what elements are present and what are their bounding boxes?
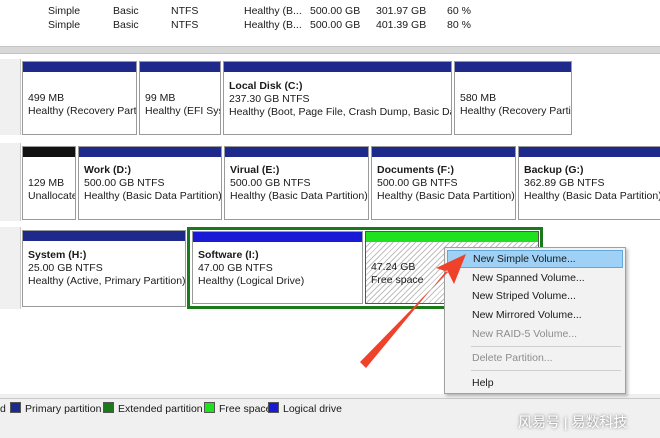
volume-list: Simple Basic NTFS Healthy (B... 500.00 G… [0, 0, 660, 46]
partition-size: 362.89 GB NTFS [524, 177, 605, 189]
partition-size: 99 MB [145, 92, 176, 104]
menu-item-new-striped-volume[interactable]: New Striped Volume... [447, 287, 623, 305]
partition-status: Healthy (Basic Data Partition) [524, 190, 660, 202]
legend-swatch [204, 402, 215, 413]
layout-cell: Simple [48, 19, 81, 31]
partition-d[interactable]: Work (D:) 500.00 GB NTFS Healthy (Basic … [78, 146, 222, 220]
partition-status: Healthy (Active, Primary Partition) [28, 275, 186, 287]
partition-type-bar [79, 147, 221, 157]
partition-status: Healthy (Recovery Partition) [460, 105, 571, 117]
menu-item-help[interactable]: Help [447, 374, 623, 392]
type-cell: Basic [113, 5, 139, 17]
context-menu: New Simple Volume... New Spanned Volume.… [444, 247, 626, 394]
partition-status: Healthy (Basic Data Partition) [377, 190, 515, 202]
menu-separator [471, 370, 621, 371]
partition-type-bar [366, 232, 538, 242]
legend-label: d [0, 403, 6, 415]
partition-type-bar [23, 62, 136, 72]
legend-item: Primary partition [10, 399, 101, 419]
partition-status: Healthy (Recovery Partition) [28, 105, 137, 117]
status-cell: Healthy (B... [244, 5, 302, 17]
partition-size: 499 MB [28, 92, 65, 104]
volume-row[interactable]: Simple Basic NTFS Healthy (B... 500.00 G… [0, 4, 660, 18]
partition-type-bar [140, 62, 220, 72]
legend-swatch [103, 402, 114, 413]
partition-name: Local Disk (C:) [229, 80, 303, 92]
partition-status: Unallocated [28, 190, 75, 202]
menu-separator [471, 346, 621, 347]
partition-name: Documents (F:) [377, 164, 454, 176]
partition-efi[interactable]: 99 MB Healthy (EFI System Partition) [139, 61, 221, 135]
legend-item: Logical drive [268, 399, 342, 419]
partition-status: Healthy (Boot, Page File, Crash Dump, Ba… [229, 106, 451, 118]
partition-status: Healthy (Basic Data Partition) [230, 190, 368, 202]
free-space-cell: 301.97 GB [376, 5, 427, 17]
partition-type-bar [23, 147, 75, 157]
partition-type-bar [193, 232, 362, 242]
partition-size: 25.00 GB NTFS [28, 262, 103, 274]
partition-type-bar [372, 147, 515, 157]
legend-item: Extended partition [103, 399, 203, 419]
partition-size: 500.00 GB NTFS [230, 177, 311, 189]
partition-size: 500.00 GB NTFS [377, 177, 458, 189]
partition-type-bar [23, 231, 185, 241]
partition-type-bar [224, 62, 451, 72]
partition-size: 580 MB [460, 92, 497, 104]
partition-name: Virual (E:) [230, 164, 280, 176]
percent-free-cell: 60 % [447, 5, 471, 17]
partition-name: Work (D:) [84, 164, 132, 176]
capacity-cell: 500.00 GB [310, 19, 361, 31]
disk-1-label[interactable] [0, 143, 21, 221]
legend-label: Logical drive [283, 403, 342, 415]
menu-item-new-mirrored-volume[interactable]: New Mirrored Volume... [447, 306, 623, 324]
menu-item-new-spanned-volume[interactable]: New Spanned Volume... [447, 269, 623, 287]
partition-size: 500.00 GB NTFS [84, 177, 165, 189]
menu-item-new-raid5-volume: New RAID-5 Volume... [472, 328, 578, 340]
partition-name: System (H:) [28, 249, 87, 261]
disk-0-label[interactable] [0, 59, 21, 135]
menu-item-new-simple-volume[interactable]: New Simple Volume... [447, 250, 623, 268]
partition-type-bar [519, 147, 660, 157]
pane-splitter[interactable] [0, 46, 660, 54]
partition-h[interactable]: System (H:) 25.00 GB NTFS Healthy (Activ… [22, 230, 186, 307]
volume-row[interactable]: Simple Basic NTFS Healthy (B... 500.00 G… [0, 18, 660, 32]
legend-swatch [268, 402, 279, 413]
partition-status: Healthy (Basic Data Partition) [84, 190, 222, 202]
partition-e[interactable]: Virual (E:) 500.00 GB NTFS Healthy (Basi… [224, 146, 369, 220]
legend-item: d [0, 399, 6, 419]
legend-label: Free space [219, 403, 272, 415]
partition-name: Backup (G:) [524, 164, 584, 176]
partition-unallocated[interactable]: 129 MB Unallocated [22, 146, 76, 220]
partition-size: 237.30 GB NTFS [229, 93, 310, 105]
legend-label: Extended partition [118, 403, 203, 415]
capacity-cell: 500.00 GB [310, 5, 361, 17]
layout-cell: Simple [48, 5, 81, 17]
partition-status: Healthy (EFI System Partition) [145, 105, 220, 117]
menu-item-delete-partition: Delete Partition... [472, 352, 553, 364]
status-cell: Healthy (B... [244, 19, 302, 31]
partition-status: Healthy (Logical Drive) [198, 275, 305, 287]
partition-recovery-2[interactable]: 580 MB Healthy (Recovery Partition) [454, 61, 572, 135]
disk-2-label[interactable] [0, 227, 21, 309]
legend-swatch [10, 402, 21, 413]
partition-type-bar [225, 147, 368, 157]
partition-f[interactable]: Documents (F:) 500.00 GB NTFS Healthy (B… [371, 146, 516, 220]
legend-label: Primary partition [25, 403, 102, 415]
watermark: 风易号 | 易数科技 [518, 414, 628, 430]
filesystem-cell: NTFS [171, 5, 199, 17]
partition-size: 47.00 GB NTFS [198, 262, 273, 274]
type-cell: Basic [113, 19, 139, 31]
partition-g[interactable]: Backup (G:) 362.89 GB NTFS Healthy (Basi… [518, 146, 660, 220]
partition-recovery-1[interactable]: 499 MB Healthy (Recovery Partition) [22, 61, 137, 135]
partition-i[interactable]: Software (I:) 47.00 GB NTFS Healthy (Log… [192, 231, 363, 304]
free-space-cell: 401.39 GB [376, 19, 427, 31]
filesystem-cell: NTFS [171, 19, 199, 31]
partition-c[interactable]: Local Disk (C:) 237.30 GB NTFS Healthy (… [223, 61, 452, 135]
partition-size: 129 MB [28, 177, 65, 189]
percent-free-cell: 80 % [447, 19, 471, 31]
partition-type-bar [455, 62, 571, 72]
partition-name: Software (I:) [198, 249, 259, 261]
legend-item: Free space [204, 399, 272, 419]
